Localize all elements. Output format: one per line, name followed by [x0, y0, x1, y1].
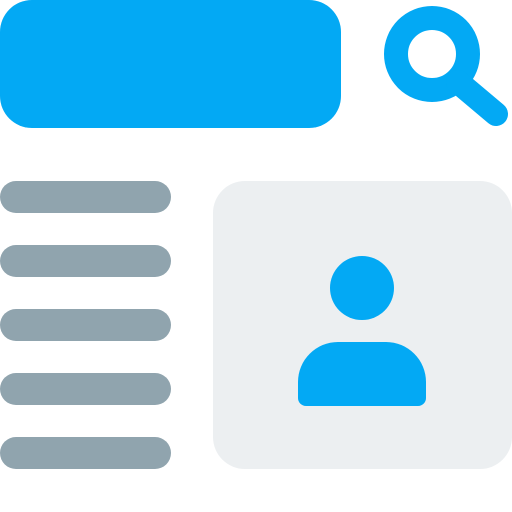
list-item	[0, 437, 171, 469]
avatar-head	[330, 256, 394, 320]
search-handle	[446, 70, 508, 126]
avatar-body	[298, 342, 426, 406]
search-icon[interactable]	[384, 0, 512, 128]
user-icon	[298, 256, 426, 406]
list-item	[0, 245, 171, 277]
list-item	[0, 373, 171, 405]
ui-canvas	[0, 0, 512, 512]
profile-card	[213, 181, 512, 469]
search-input[interactable]	[0, 0, 341, 128]
text-list	[0, 181, 171, 469]
list-item	[0, 309, 171, 341]
list-item	[0, 181, 171, 213]
